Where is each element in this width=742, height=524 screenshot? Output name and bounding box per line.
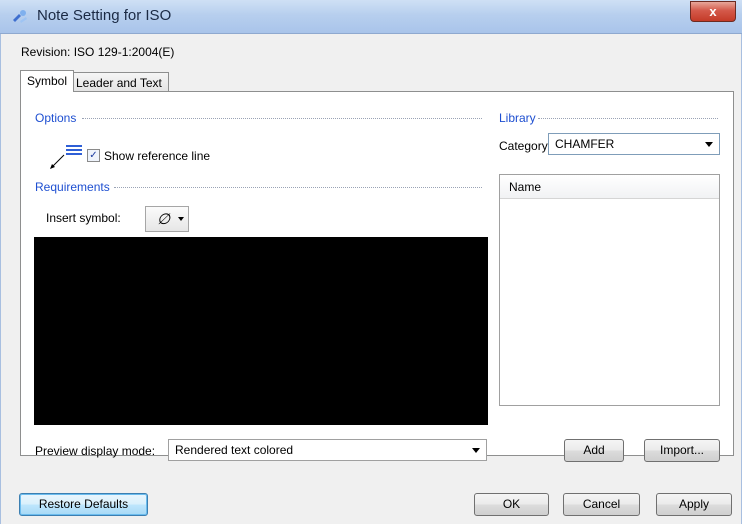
tab-label: Symbol bbox=[27, 74, 68, 88]
add-button[interactable]: Add bbox=[564, 439, 624, 462]
cancel-label: Cancel bbox=[582, 497, 621, 511]
insert-symbol-label: Insert symbol: bbox=[46, 211, 121, 225]
insert-symbol-button[interactable]: ∅ bbox=[145, 206, 189, 232]
ok-button[interactable]: OK bbox=[474, 493, 549, 516]
requirements-divider bbox=[114, 187, 482, 188]
import-button-label: Import... bbox=[659, 443, 704, 457]
cancel-button[interactable]: Cancel bbox=[563, 493, 640, 516]
show-reference-line-label: Show reference line bbox=[104, 149, 211, 163]
library-title: Library bbox=[499, 111, 540, 125]
category-label: Category: bbox=[499, 139, 552, 153]
restore-defaults-label: Restore Defaults bbox=[38, 497, 129, 511]
list-column-header-name[interactable]: Name bbox=[500, 175, 719, 199]
close-button[interactable]: x bbox=[690, 1, 736, 22]
symbol-library-list[interactable]: Name bbox=[499, 174, 720, 406]
title-bar[interactable]: Note Setting for ISO x bbox=[0, 0, 742, 34]
diameter-icon: ∅ bbox=[157, 211, 171, 228]
app-icon bbox=[13, 10, 27, 23]
chevron-down-icon bbox=[705, 142, 713, 147]
close-icon: x bbox=[709, 4, 717, 19]
chevron-down-icon bbox=[472, 448, 480, 453]
apply-button[interactable]: Apply bbox=[656, 493, 732, 516]
options-title: Options bbox=[35, 111, 81, 125]
preview-mode-value: Rendered text colored bbox=[175, 443, 294, 457]
category-select[interactable]: CHAMFER bbox=[548, 133, 720, 155]
dropdown-arrow-icon bbox=[178, 217, 184, 221]
show-reference-line-checkbox[interactable]: ✓ bbox=[87, 149, 100, 162]
checkmark-icon: ✓ bbox=[89, 150, 98, 161]
requirements-title: Requirements bbox=[35, 180, 114, 194]
tab-symbol[interactable]: Symbol bbox=[20, 70, 75, 92]
restore-defaults-button[interactable]: Restore Defaults bbox=[19, 493, 148, 516]
preview-mode-select[interactable]: Rendered text colored bbox=[168, 439, 487, 461]
preview-mode-label: Preview display mode: bbox=[35, 444, 156, 458]
options-divider bbox=[82, 118, 482, 119]
apply-label: Apply bbox=[678, 497, 710, 511]
import-button[interactable]: Import... bbox=[644, 439, 720, 462]
add-button-label: Add bbox=[583, 443, 605, 457]
tab-leader-and-text[interactable]: Leader and Text bbox=[69, 72, 169, 92]
tab-label: Leader and Text bbox=[76, 76, 162, 90]
revision-label: Revision: ISO 129-1:2004(E) bbox=[21, 45, 175, 59]
library-divider bbox=[538, 118, 718, 119]
category-value: CHAMFER bbox=[555, 137, 615, 151]
ok-label: OK bbox=[502, 497, 521, 511]
window-title: Note Setting for ISO bbox=[37, 7, 172, 24]
reference-line-icon bbox=[50, 145, 82, 169]
requirements-text-editor[interactable] bbox=[34, 237, 488, 425]
column-header-label: Name bbox=[509, 180, 542, 194]
